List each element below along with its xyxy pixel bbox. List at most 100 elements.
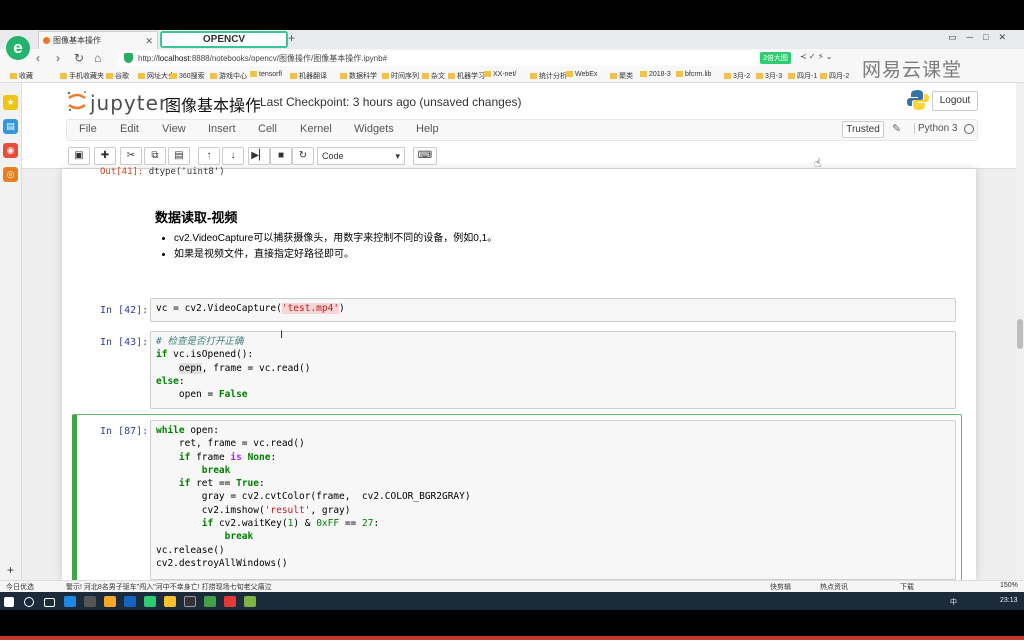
- menu-view[interactable]: View: [162, 123, 186, 135]
- copy-button[interactable]: ⧉: [144, 147, 166, 165]
- bookmark-item[interactable]: 杂文: [422, 71, 445, 81]
- app-icon[interactable]: ◎: [3, 167, 18, 182]
- app-icon[interactable]: [224, 596, 236, 607]
- bookmark-item[interactable]: tensorfl: [250, 71, 282, 78]
- menu-help[interactable]: Help: [416, 123, 439, 135]
- bookmark-item[interactable]: 3月-2: [724, 71, 750, 81]
- interrupt-button[interactable]: ■: [270, 147, 292, 165]
- status-item[interactable]: 下载: [900, 582, 914, 592]
- bookmark-item[interactable]: 谷歌: [106, 71, 129, 81]
- news-icon[interactable]: ▤: [3, 119, 18, 134]
- out-value: dtype('uint8'): [148, 167, 225, 177]
- insert-cell-button[interactable]: ✚: [94, 147, 116, 165]
- cut-button[interactable]: ✂: [120, 147, 142, 165]
- app-icon[interactable]: [204, 596, 216, 607]
- weibo-icon[interactable]: ◉: [3, 143, 18, 158]
- zoom-badge[interactable]: 3倍大图: [760, 52, 791, 64]
- folder-icon[interactable]: [104, 596, 116, 607]
- bookmark-item[interactable]: 机器学习: [448, 71, 485, 81]
- markdown-list: cv2.VideoCapture可以捕获摄像头，用数字来控制不同的设备，例如0,…: [162, 231, 497, 263]
- code-cell-input[interactable]: # 检查是否打开正确 if vc.isOpened(): oepn, frame…: [150, 331, 956, 409]
- reload-icon[interactable]: ↻: [74, 51, 84, 65]
- code-cell-input[interactable]: while open: ret, frame = vc.read() if fr…: [150, 420, 956, 580]
- menu-file[interactable]: File: [79, 123, 97, 135]
- save-button[interactable]: ▣: [68, 147, 90, 165]
- search-icon[interactable]: [24, 597, 34, 607]
- list-item: cv2.VideoCapture可以捕获摄像头，用数字来控制不同的设备，例如0,…: [174, 231, 497, 247]
- bookmark-item[interactable]: XX-net/: [484, 71, 516, 78]
- kernel-name[interactable]: Python 3: [914, 123, 957, 134]
- app-icon[interactable]: [124, 596, 136, 607]
- bookmark-item[interactable]: 机器翻译: [290, 71, 327, 81]
- status-today-pick[interactable]: 今日优选: [6, 582, 34, 592]
- edge-icon[interactable]: [64, 596, 76, 607]
- markdown-heading: 数据读取-视频: [155, 210, 238, 225]
- bookmark-item[interactable]: 聚类: [610, 71, 633, 81]
- paste-button[interactable]: ▤: [168, 147, 190, 165]
- bookmark-item[interactable]: bfcrm.lib: [676, 71, 711, 78]
- input-language[interactable]: 中: [950, 597, 957, 607]
- bookmark-item[interactable]: 360搜索: [170, 71, 205, 81]
- terminal-icon[interactable]: [184, 596, 196, 607]
- restart-button[interactable]: ↻: [292, 147, 314, 165]
- bookmark-item[interactable]: 四月-2: [820, 71, 849, 81]
- move-up-button[interactable]: ↑: [198, 147, 220, 165]
- move-down-button[interactable]: ↓: [222, 147, 244, 165]
- new-tab-icon[interactable]: +: [288, 31, 295, 45]
- notebook-title[interactable]: 图像基本操作: [165, 92, 261, 116]
- watermark-logo: 网易云课堂: [862, 59, 963, 81]
- clock[interactable]: 23:13: [1000, 597, 1018, 604]
- status-zoom[interactable]: 150%: [1000, 582, 1018, 589]
- windows-start-icon[interactable]: [4, 597, 14, 607]
- window-controls[interactable]: ▭─□✕: [948, 32, 1016, 43]
- scrollbar[interactable]: [1016, 83, 1024, 580]
- run-button[interactable]: ▶▏: [248, 147, 270, 165]
- jupyter-logo-icon: [67, 91, 86, 112]
- status-news[interactable]: 警示! 河北8名男子驱车"闯入"河中不幸身亡! 打捞现场七旬老父痛泣: [66, 582, 272, 592]
- jupyter-wordmark[interactable]: jupyter: [90, 91, 168, 115]
- status-item[interactable]: 快剪辑: [770, 582, 791, 592]
- app-icon[interactable]: [164, 596, 176, 607]
- url-path: :8888/notebooks/opencv/图像操作/图像基本操作.ipynb…: [189, 54, 388, 63]
- bookmark-item[interactable]: 时间序列: [382, 71, 419, 81]
- kernel-idle-icon: [964, 124, 974, 134]
- browser-task-icon[interactable]: [144, 596, 156, 607]
- bookmark-item[interactable]: 四月-1: [788, 71, 817, 81]
- bookmark-item[interactable]: WebEx: [566, 71, 597, 78]
- bookmark-item[interactable]: 手机收藏夹: [60, 71, 104, 81]
- url-input[interactable]: http://localhost:8888/notebooks/opencv/图…: [118, 51, 758, 66]
- scrollbar-thumb[interactable]: [1017, 319, 1023, 349]
- tab-opencv-overlay: OPENCV: [160, 31, 288, 48]
- keyboard-icon[interactable]: ⌨: [413, 147, 437, 165]
- cell-type-select[interactable]: Code: [317, 147, 405, 165]
- bookmark-item[interactable]: 收藏: [10, 71, 33, 81]
- bookmark-item[interactable]: 2018-3: [640, 71, 671, 78]
- bookmark-item[interactable]: 3月-3: [756, 71, 782, 81]
- bookmark-item[interactable]: 游戏中心: [210, 71, 247, 81]
- menu-cell[interactable]: Cell: [258, 123, 277, 135]
- bookmark-item[interactable]: 数据科学: [340, 71, 377, 81]
- tab-notebook[interactable]: 图像基本操作 ✕: [38, 31, 158, 49]
- menu-insert[interactable]: Insert: [208, 123, 236, 135]
- mouse-pointer-icon: ☝: [814, 156, 822, 170]
- app-icon[interactable]: [244, 596, 256, 607]
- code-cell-input[interactable]: vc = cv2.VideoCapture('test.mp4'): [150, 298, 956, 322]
- logout-button[interactable]: Logout: [932, 91, 978, 111]
- forward-icon[interactable]: ›: [56, 51, 60, 65]
- trusted-badge[interactable]: Trusted: [842, 121, 884, 138]
- bookmark-item[interactable]: 统计分析: [530, 71, 567, 81]
- favorites-star-icon[interactable]: ★: [3, 95, 18, 110]
- task-view-icon[interactable]: [44, 598, 55, 607]
- status-item[interactable]: 热点资讯: [820, 582, 848, 592]
- menu-widgets[interactable]: Widgets: [354, 123, 394, 135]
- app-icon[interactable]: [84, 596, 96, 607]
- add-icon[interactable]: +: [3, 563, 18, 578]
- share-icon[interactable]: ≺ ✓ ⚡ ⌄: [800, 52, 832, 61]
- menu-edit[interactable]: Edit: [120, 123, 139, 135]
- close-icon[interactable]: ✕: [145, 32, 153, 50]
- menu-kernel[interactable]: Kernel: [300, 123, 332, 135]
- pencil-icon[interactable]: ✎: [892, 122, 901, 135]
- back-icon[interactable]: ‹: [36, 51, 40, 65]
- text-cursor-icon: I: [280, 329, 284, 341]
- home-icon[interactable]: ⌂: [94, 51, 101, 65]
